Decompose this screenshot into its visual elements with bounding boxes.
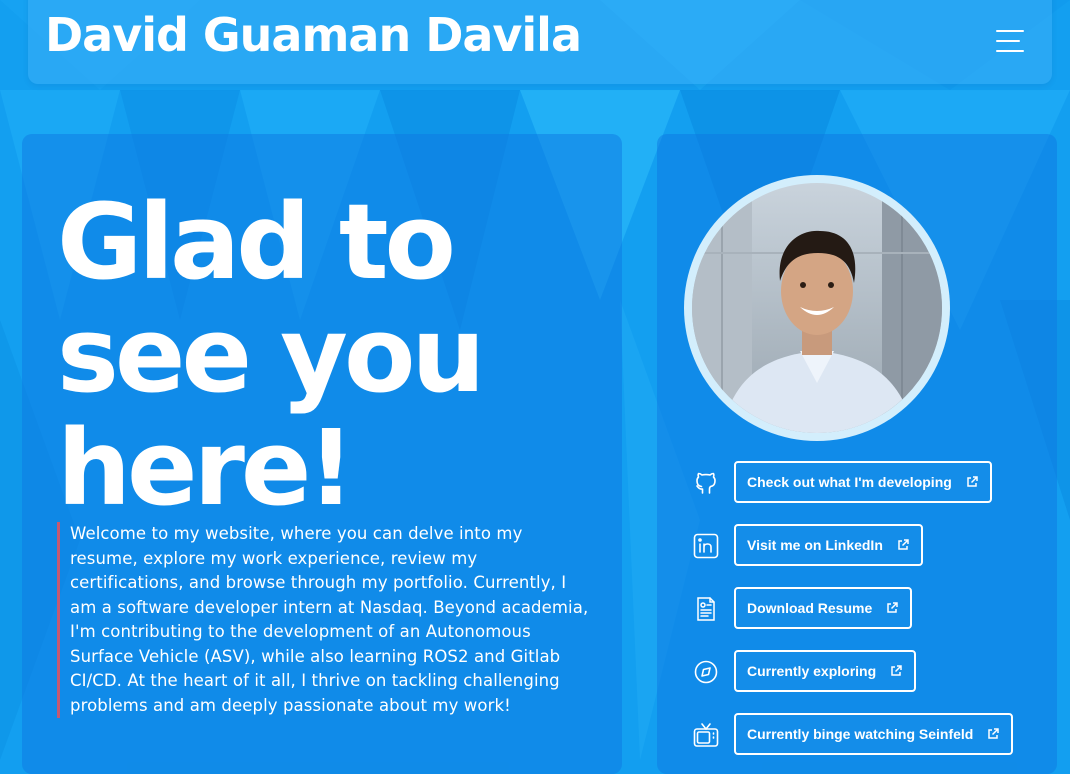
intro-text: Welcome to my website, where you can del… (57, 522, 590, 718)
avatar (684, 175, 950, 441)
github-link-button[interactable]: Check out what I'm developing (734, 461, 992, 503)
exploring-link-label: Currently exploring (747, 663, 877, 679)
site-title[interactable]: David Guaman Davila (45, 8, 582, 63)
profile-photo (692, 183, 942, 433)
resume-link-label: Download Resume (747, 600, 873, 616)
site-header: David Guaman Davila (28, 0, 1052, 84)
resume-icon (697, 597, 715, 621)
external-link-icon (891, 665, 902, 676)
tv-link-label: Currently binge watching Seinfeld (747, 726, 974, 742)
external-link-icon (967, 476, 978, 487)
external-link-icon (988, 728, 1000, 739)
tv-icon (693, 723, 719, 747)
linkedin-link-button[interactable]: Visit me on LinkedIn (734, 524, 923, 566)
resume-link-button[interactable]: Download Resume (734, 587, 913, 629)
linkedin-icon (693, 533, 719, 559)
github-link-label: Check out what I'm developing (747, 474, 952, 490)
profile-card: Check out what I'm developing Visit me o… (657, 134, 1057, 774)
linkedin-link-label: Visit me on LinkedIn (747, 537, 883, 553)
hero-title: Glad to see you here! (57, 181, 485, 529)
hamburger-menu-icon[interactable] (996, 30, 1024, 52)
hero-card: Glad to see you here! Welcome to my webs… (22, 134, 622, 774)
external-link-icon (887, 602, 898, 613)
exploring-link-button[interactable]: Currently exploring (734, 650, 917, 692)
tv-link-button[interactable]: Currently binge watching Seinfeld (734, 713, 1014, 755)
github-icon (696, 472, 716, 494)
explore-icon (694, 660, 718, 684)
external-link-icon (898, 539, 909, 550)
